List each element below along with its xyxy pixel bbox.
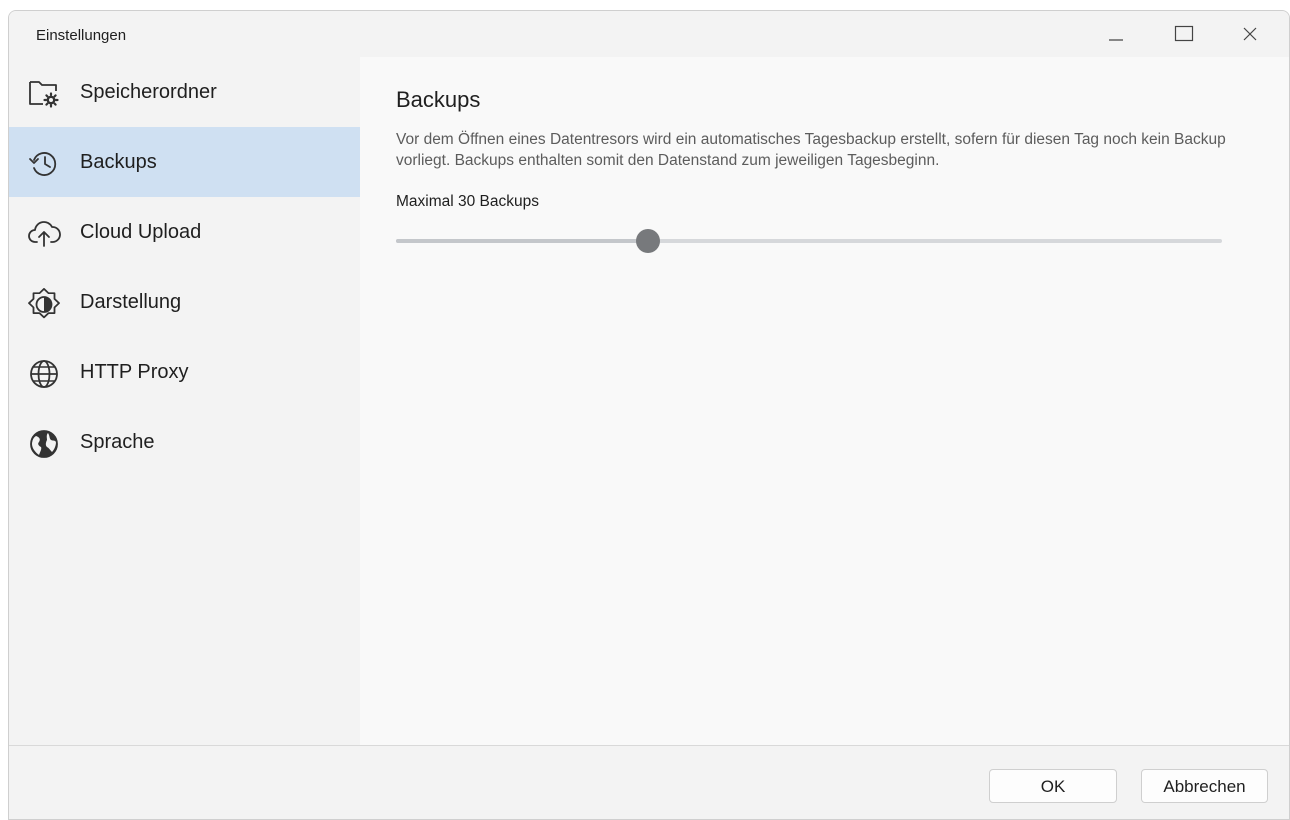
settings-window: Einstellungen Speicherordner Backups Clo… bbox=[8, 10, 1290, 820]
sidebar-item-cloud-upload[interactable]: Cloud Upload bbox=[9, 197, 360, 267]
sidebar-item-label: Backups bbox=[80, 151, 157, 173]
ok-button[interactable]: OK bbox=[989, 769, 1117, 803]
world-icon bbox=[27, 428, 61, 460]
brightness-icon bbox=[27, 288, 61, 320]
sidebar-item-label: Darstellung bbox=[80, 291, 182, 313]
window-title: Einstellungen bbox=[36, 27, 127, 44]
folder-settings-icon bbox=[27, 78, 61, 110]
sidebar-item-label: Cloud Upload bbox=[80, 221, 202, 243]
backup-description: Vor dem Öffnen eines Datentresors wird e… bbox=[396, 131, 1226, 169]
slider-label: Maximal 30 Backups bbox=[396, 193, 540, 210]
sidebar-item-backups[interactable]: Backups bbox=[9, 127, 360, 197]
slider-fill bbox=[396, 239, 648, 243]
globe-icon bbox=[27, 358, 61, 390]
sidebar-item-label: Sprache bbox=[80, 431, 155, 453]
settings-content: Backups Vor dem Öffnen eines Datentresor… bbox=[360, 57, 1289, 745]
slider-thumb[interactable] bbox=[635, 229, 660, 253]
sidebar-item-http-proxy[interactable]: HTTP Proxy bbox=[9, 337, 360, 407]
sidebar-item-speicherordner[interactable]: Speicherordner bbox=[9, 57, 360, 127]
cloud-upload-icon bbox=[27, 218, 61, 250]
dialog-footer: OK Abbrechen bbox=[9, 745, 1289, 819]
minimize-icon bbox=[1109, 39, 1123, 41]
close-button[interactable] bbox=[1227, 11, 1273, 57]
sidebar-item-label: HTTP Proxy bbox=[80, 361, 189, 383]
close-icon bbox=[1243, 27, 1257, 41]
history-icon bbox=[27, 148, 61, 180]
maximize-icon bbox=[1174, 25, 1194, 42]
maximize-button[interactable] bbox=[1161, 11, 1207, 57]
sidebar: Speicherordner Backups Cloud Upload Dars… bbox=[9, 57, 360, 745]
sidebar-item-label: Speicherordner bbox=[80, 81, 217, 103]
max-backups-slider[interactable] bbox=[396, 229, 1222, 253]
cancel-button[interactable]: Abbrechen bbox=[1141, 769, 1268, 803]
minimize-button[interactable] bbox=[1093, 11, 1139, 57]
title-bar: Einstellungen bbox=[9, 11, 1289, 57]
sidebar-item-darstellung[interactable]: Darstellung bbox=[9, 267, 360, 337]
page-title: Backups bbox=[396, 87, 481, 112]
sidebar-item-sprache[interactable]: Sprache bbox=[9, 407, 360, 477]
